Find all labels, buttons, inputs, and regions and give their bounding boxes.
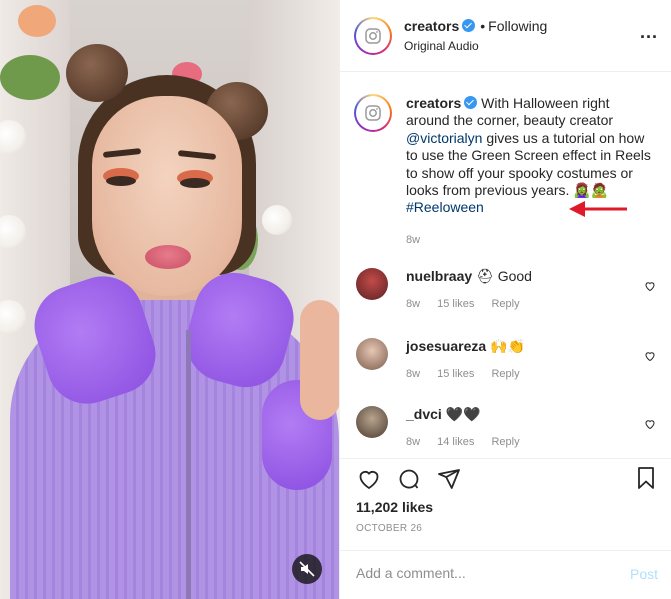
bookmark-icon[interactable] (634, 465, 658, 491)
commenter-avatar[interactable] (356, 268, 388, 300)
comment-text: ⛑ Good (476, 268, 532, 284)
instagram-logo-icon (365, 105, 381, 121)
caption-mention[interactable]: @victorialyn (406, 130, 482, 146)
post-date[interactable]: OCTOBER 26 (356, 523, 422, 534)
mute-button[interactable] (292, 554, 322, 584)
arrow-annotation-icon (569, 201, 627, 217)
post-comment-button[interactable]: Post (630, 566, 658, 582)
commenter-username[interactable]: _dvci (406, 406, 442, 422)
mute-icon (299, 561, 315, 577)
comment-time[interactable]: 8w (406, 436, 420, 448)
caption-hashtag[interactable]: #Reeloween (406, 199, 484, 215)
add-comment-bar: Post (340, 550, 671, 599)
separator: • (480, 18, 486, 34)
comment-item: nuelbraay ⛑ Good 8w 15 likes Reply (356, 268, 656, 316)
comment-likes[interactable]: 15 likes (437, 368, 474, 380)
reel-media[interactable] (0, 0, 339, 599)
more-icon[interactable]: ... (640, 22, 658, 43)
caption-avatar[interactable] (354, 94, 392, 132)
post-panel: creators • Following Original Audio ... cr… (339, 0, 671, 599)
hand (300, 300, 339, 420)
caption-emojis: 🧟‍♀️🧟 (573, 182, 609, 199)
comment-time[interactable]: 8w (406, 298, 420, 310)
eye (180, 178, 210, 188)
heart-icon[interactable] (356, 467, 382, 491)
comment-item: _dvci 🖤🖤 8w 14 likes Reply (356, 406, 656, 448)
heart-icon[interactable] (644, 418, 656, 430)
commenter-username[interactable]: nuelbraay (406, 268, 472, 284)
post-header: creators • Following Original Audio ... (340, 0, 671, 72)
comment-item: josesuareza 🙌👏 8w 15 likes Reply (356, 338, 656, 386)
caption-username[interactable]: creators (406, 95, 461, 111)
author-avatar[interactable] (354, 17, 392, 55)
verified-badge-icon (464, 96, 478, 109)
comment-icon[interactable] (396, 467, 422, 491)
comment-likes[interactable]: 14 likes (437, 436, 474, 448)
caption-time[interactable]: 8w (406, 234, 420, 246)
commenter-avatar[interactable] (356, 338, 388, 370)
heart-icon[interactable] (644, 280, 656, 292)
comment-text: 🖤🖤 (445, 406, 481, 422)
heart-icon[interactable] (644, 350, 656, 362)
verified-badge-icon (462, 19, 476, 32)
comment-input[interactable] (356, 565, 606, 581)
comment-reply-button[interactable]: Reply (491, 436, 519, 448)
share-icon[interactable] (436, 467, 462, 491)
comment-time[interactable]: 8w (406, 368, 420, 380)
commenter-username[interactable]: josesuareza (406, 338, 486, 354)
vanity-bulb (262, 205, 292, 235)
comment-text: 🙌👏 (490, 338, 525, 354)
comment-likes[interactable]: 15 likes (437, 298, 474, 310)
author-username[interactable]: creators (404, 18, 459, 34)
flower (18, 5, 56, 37)
comment-reply-button[interactable]: Reply (491, 368, 519, 380)
zipper (186, 330, 191, 599)
hair-bun (66, 44, 128, 102)
lips (145, 245, 191, 269)
instagram-logo-icon (365, 28, 381, 44)
comment-reply-button[interactable]: Reply (491, 298, 519, 310)
commenter-avatar[interactable] (356, 406, 388, 438)
leaves (0, 55, 60, 100)
action-bar: 11,202 likes OCTOBER 26 (340, 458, 671, 548)
likes-count[interactable]: 11,202 likes (356, 499, 433, 515)
eye (106, 176, 136, 186)
audio-link[interactable]: Original Audio (404, 39, 479, 53)
following-button[interactable]: Following (488, 18, 547, 34)
